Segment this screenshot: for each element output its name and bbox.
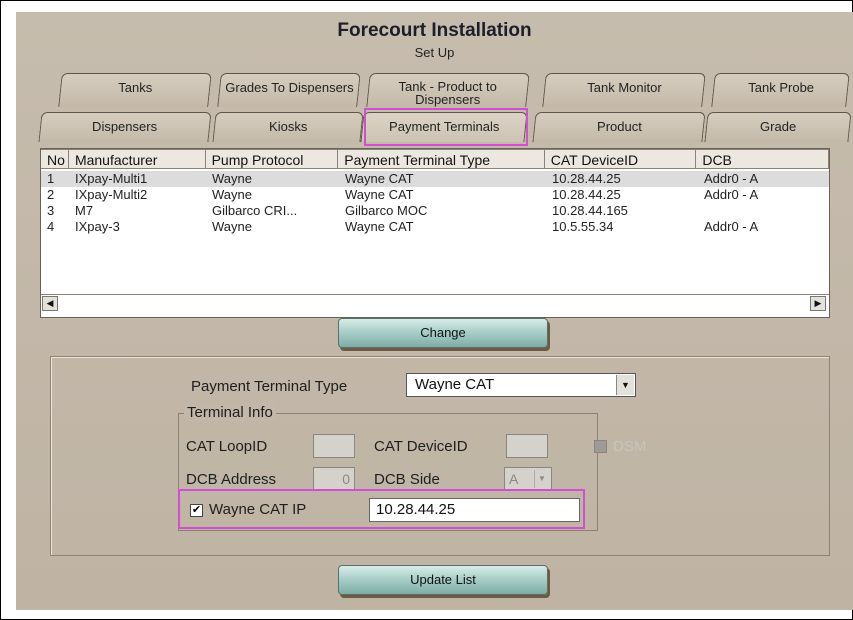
- wayne-cat-ip-input[interactable]: 10.28.44.25: [369, 498, 580, 522]
- table-row[interactable]: 1 IXpay-Multi1 Wayne Wayne CAT 10.28.44.…: [41, 171, 829, 187]
- tab-tanks[interactable]: Tanks: [58, 73, 212, 107]
- cat-loopid-field[interactable]: [313, 434, 355, 458]
- column-header-manufacturer[interactable]: Manufacturer: [68, 149, 206, 169]
- cat-loopid-label: CAT LoopID: [186, 438, 268, 455]
- tab-dispensers[interactable]: Dispensers: [38, 112, 212, 142]
- cat-deviceid-field[interactable]: [506, 434, 548, 458]
- dsm-label: DSM: [613, 438, 647, 455]
- payment-terminal-type-select[interactable]: Wayne CAT ▼: [406, 373, 636, 397]
- tab-grades-to-dispensers[interactable]: Grades To Dispensers: [217, 73, 361, 107]
- tab-grade[interactable]: Grade: [704, 112, 852, 142]
- table-row[interactable]: 4 IXpay-3 Wayne Wayne CAT 10.5.55.34 Add…: [41, 219, 829, 235]
- horizontal-scrollbar[interactable]: ◀ ▶: [41, 294, 829, 313]
- payment-terminal-type-label: Payment Terminal Type: [191, 378, 348, 395]
- window-subtitle: Set Up: [414, 45, 455, 60]
- dcb-side-label: DCB Side: [374, 471, 440, 488]
- dcb-address-field[interactable]: 0: [313, 467, 355, 491]
- tab-tank-product-to-dispensers[interactable]: Tank - Product to Dispensers: [366, 73, 530, 107]
- cat-deviceid-label: CAT DeviceID: [374, 438, 468, 455]
- chevron-down-icon[interactable]: ▼: [616, 375, 634, 395]
- window-title: Forecourt Installation: [337, 20, 532, 41]
- column-header-pump-protocol[interactable]: Pump Protocol: [205, 149, 339, 169]
- payment-terminals-tab-highlight: [364, 108, 528, 146]
- scroll-right-icon[interactable]: ▶: [810, 296, 826, 311]
- tab-tank-probe[interactable]: Tank Probe: [711, 73, 850, 107]
- chevron-down-icon[interactable]: ▼: [534, 470, 549, 488]
- dcb-side-value: A: [509, 471, 519, 487]
- payment-terminal-type-value: Wayne CAT: [415, 376, 495, 393]
- terminal-info-label: Terminal Info: [184, 404, 276, 421]
- table-row[interactable]: 2 IXpay-Multi2 Wayne Wayne CAT 10.28.44.…: [41, 187, 829, 203]
- column-header-payment-terminal-type[interactable]: Payment Terminal Type: [338, 149, 545, 169]
- dcb-address-label: DCB Address: [186, 471, 277, 488]
- table-row[interactable]: 3 M7 Gilbarco CRI... Gilbarco MOC 10.28.…: [41, 203, 829, 219]
- change-button[interactable]: Change: [338, 318, 548, 348]
- dcb-side-select[interactable]: A ▼: [504, 467, 552, 491]
- tab-kiosks[interactable]: Kiosks: [212, 112, 364, 142]
- wayne-cat-ip-label: Wayne CAT IP: [209, 501, 307, 518]
- forecourt-installation-window: Forecourt Installation Set Up Tanks Grad…: [16, 12, 853, 610]
- tab-product[interactable]: Product: [532, 112, 706, 142]
- column-header-dcb[interactable]: DCB: [696, 149, 829, 169]
- update-list-button[interactable]: Update List: [338, 565, 548, 595]
- dsm-checkbox[interactable]: [594, 440, 607, 453]
- column-header-cat-deviceid[interactable]: CAT DeviceID: [544, 149, 697, 169]
- payment-terminals-table[interactable]: No Manufacturer Pump Protocol Payment Te…: [40, 148, 830, 318]
- scroll-left-icon[interactable]: ◀: [42, 296, 58, 311]
- table-header: No Manufacturer Pump Protocol Payment Te…: [41, 149, 829, 171]
- tab-tank-monitor[interactable]: Tank Monitor: [542, 73, 706, 107]
- wayne-cat-ip-checkbox[interactable]: ✔: [190, 504, 203, 517]
- column-header-no[interactable]: No: [41, 149, 69, 169]
